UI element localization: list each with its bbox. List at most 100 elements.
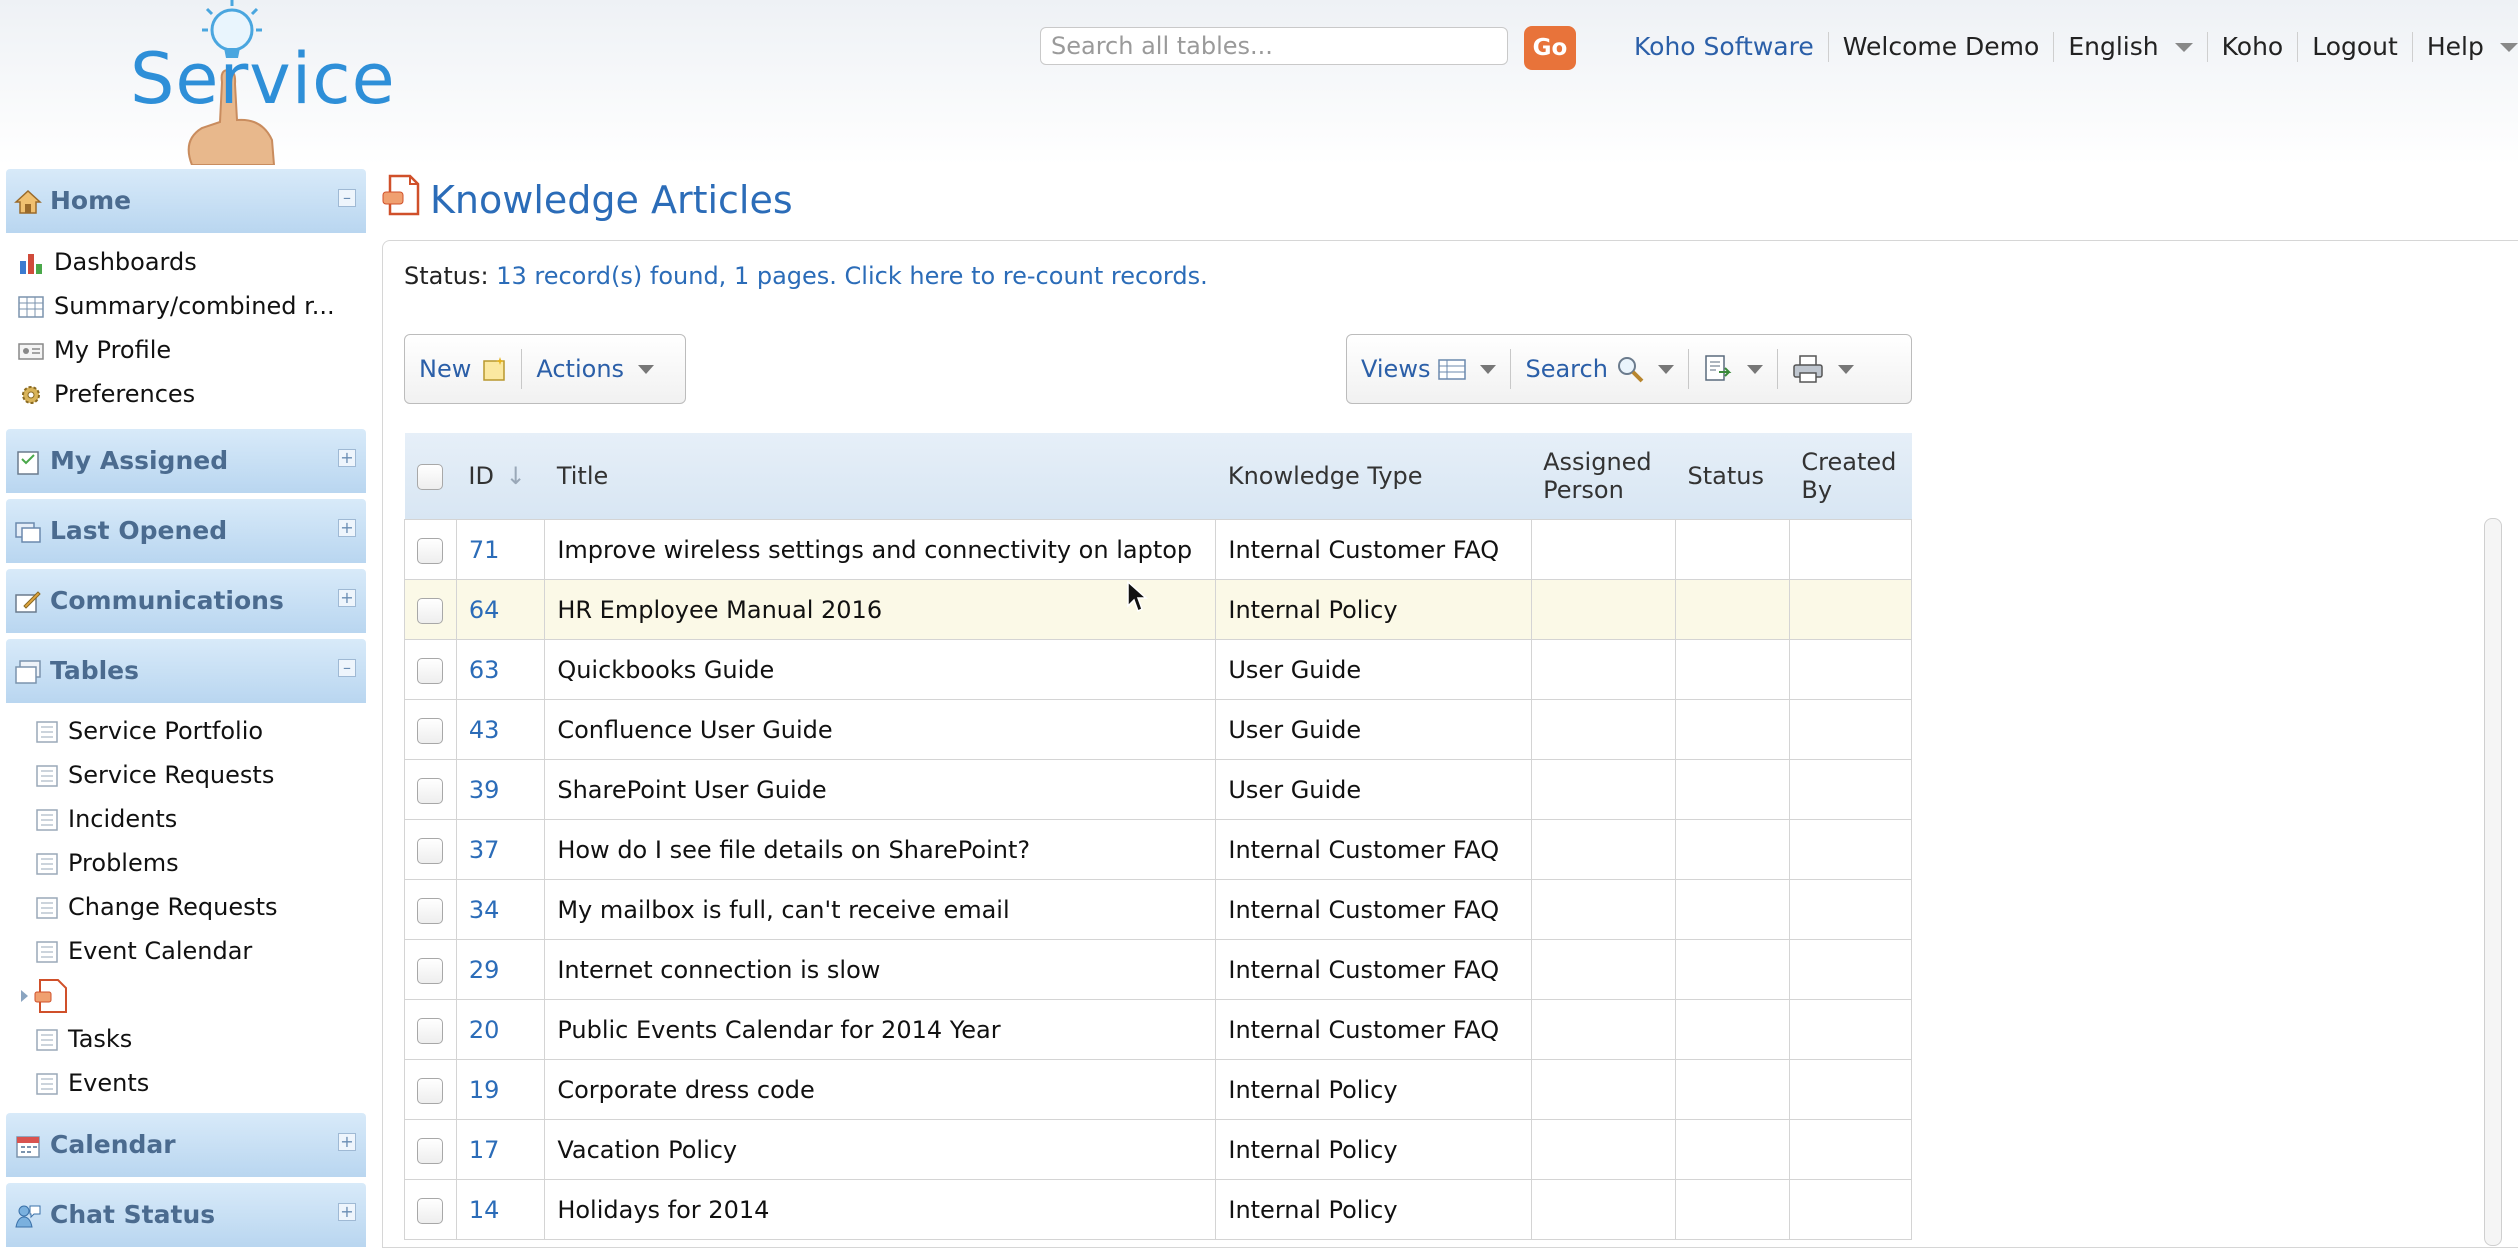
id-cell[interactable]: 64 xyxy=(455,579,546,640)
sidebar-item-dashboards[interactable]: Dashboards xyxy=(18,242,197,282)
recount-records-link[interactable]: 13 record(s) found, 1 pages. Click here … xyxy=(496,262,1208,290)
table-row[interactable]: 20 Public Events Calendar for 2014 Year … xyxy=(404,999,1913,1060)
user-link[interactable]: Koho xyxy=(2208,32,2299,62)
title-cell[interactable]: My mailbox is full, can't receive email xyxy=(544,879,1217,940)
column-header-created-by[interactable]: Created By xyxy=(1789,433,1912,520)
collapse-icon[interactable]: – xyxy=(338,659,356,677)
column-header-id[interactable]: ID ↓ xyxy=(456,433,545,520)
vertical-scrollbar[interactable] xyxy=(2484,518,2502,1246)
sidebar-item-my-profile[interactable]: My Profile xyxy=(18,330,171,370)
table-row[interactable]: 29 Internet connection is slow Internal … xyxy=(404,939,1913,1000)
sidebar-item-events[interactable]: Events xyxy=(36,1063,149,1103)
search-menu-button[interactable]: Search xyxy=(1511,349,1689,389)
sidebar-section-calendar[interactable]: Calendar + xyxy=(6,1113,366,1177)
company-link[interactable]: Koho Software xyxy=(1620,32,1829,62)
column-header-title[interactable]: Title xyxy=(544,433,1216,520)
sidebar-item-preferences[interactable]: Preferences xyxy=(18,374,195,414)
table-row[interactable]: 37 How do I see file details on SharePoi… xyxy=(404,819,1913,880)
row-checkbox[interactable] xyxy=(417,897,443,924)
list-icon xyxy=(36,721,58,743)
sidebar-item-service-portfolio[interactable]: Service Portfolio xyxy=(36,711,263,751)
sidebar-section-home[interactable]: Home – xyxy=(6,169,366,233)
id-cell[interactable]: 19 xyxy=(455,1059,546,1120)
row-checkbox[interactable] xyxy=(417,717,443,744)
expand-icon[interactable]: + xyxy=(338,519,356,537)
search-all-tables-input[interactable] xyxy=(1040,27,1508,65)
id-cell[interactable]: 71 xyxy=(455,519,546,580)
table-row[interactable]: 63 Quickbooks Guide User Guide xyxy=(404,639,1913,700)
row-checkbox[interactable] xyxy=(417,837,443,864)
table-row[interactable]: 43 Confluence User Guide User Guide xyxy=(404,699,1913,760)
table-row[interactable]: 17 Vacation Policy Internal Policy xyxy=(404,1119,1913,1180)
table-row[interactable]: 34 My mailbox is full, can't receive ema… xyxy=(404,879,1913,940)
sidebar-item-incidents[interactable]: Incidents xyxy=(36,799,177,839)
expand-icon[interactable]: + xyxy=(338,1203,356,1221)
id-cell[interactable]: 14 xyxy=(455,1179,546,1240)
column-header-knowledge-type[interactable]: Knowledge Type xyxy=(1215,433,1532,520)
table-row[interactable]: 39 SharePoint User Guide User Guide xyxy=(404,759,1913,820)
language-menu[interactable]: English xyxy=(2054,32,2208,62)
row-checkbox[interactable] xyxy=(417,957,443,984)
title-cell[interactable]: Corporate dress code xyxy=(544,1059,1217,1120)
new-button[interactable]: New xyxy=(405,349,523,389)
sidebar-item-change-requests[interactable]: Change Requests xyxy=(36,887,278,927)
help-menu[interactable]: Help xyxy=(2413,32,2518,62)
table-row[interactable]: 71 Improve wireless settings and connect… xyxy=(404,519,1913,580)
title-cell[interactable]: Public Events Calendar for 2014 Year xyxy=(544,999,1217,1060)
row-checkbox[interactable] xyxy=(417,1137,443,1164)
collapse-icon[interactable]: – xyxy=(338,189,356,207)
sidebar-item-tasks[interactable]: Tasks xyxy=(36,1019,132,1059)
row-checkbox[interactable] xyxy=(417,777,443,804)
sidebar-section-chat-status[interactable]: Chat Status + xyxy=(6,1183,366,1247)
logout-link[interactable]: Logout xyxy=(2298,32,2413,62)
id-cell[interactable]: 43 xyxy=(455,699,546,760)
row-checkbox[interactable] xyxy=(417,1077,443,1104)
actions-menu-button[interactable]: Actions xyxy=(522,349,668,389)
title-cell[interactable]: Quickbooks Guide xyxy=(544,639,1217,700)
title-cell[interactable]: HR Employee Manual 2016 xyxy=(544,579,1217,640)
print-menu-button[interactable] xyxy=(1778,349,1868,389)
title-cell[interactable]: SharePoint User Guide xyxy=(544,759,1217,820)
export-menu-button[interactable] xyxy=(1689,349,1778,389)
title-cell[interactable]: How do I see file details on SharePoint? xyxy=(544,819,1217,880)
sidebar-item-problems[interactable]: Problems xyxy=(36,843,179,883)
section-label: Last Opened xyxy=(50,516,228,545)
row-checkbox[interactable] xyxy=(417,537,443,564)
title-cell[interactable]: Vacation Policy xyxy=(544,1119,1217,1180)
id-cell[interactable]: 39 xyxy=(455,759,546,820)
row-checkbox[interactable] xyxy=(417,1017,443,1044)
id-cell[interactable]: 34 xyxy=(455,879,546,940)
sidebar-section-my-assigned[interactable]: My Assigned + xyxy=(6,429,366,493)
id-cell[interactable]: 17 xyxy=(455,1119,546,1180)
sidebar-item-knowledge-articles[interactable] xyxy=(18,975,78,1015)
sidebar-item-summary[interactable]: Summary/combined r... xyxy=(18,286,335,326)
select-all-checkbox[interactable] xyxy=(416,464,443,490)
title-cell[interactable]: Improve wireless settings and connectivi… xyxy=(544,519,1217,580)
id-cell[interactable]: 37 xyxy=(455,819,546,880)
views-menu-button[interactable]: Views xyxy=(1347,349,1512,389)
id-cell[interactable]: 29 xyxy=(455,939,546,1000)
id-cell[interactable]: 63 xyxy=(455,639,546,700)
expand-icon[interactable]: + xyxy=(338,1133,356,1151)
row-checkbox[interactable] xyxy=(417,597,443,624)
table-row[interactable]: 19 Corporate dress code Internal Policy xyxy=(404,1059,1913,1120)
title-cell[interactable]: Confluence User Guide xyxy=(544,699,1217,760)
id-cell[interactable]: 20 xyxy=(455,999,546,1060)
column-header-assigned-person[interactable]: Assigned Person xyxy=(1531,433,1676,520)
sidebar-section-last-opened[interactable]: Last Opened + xyxy=(6,499,366,563)
expand-icon[interactable]: + xyxy=(338,589,356,607)
title-cell[interactable]: Holidays for 2014 xyxy=(544,1179,1217,1240)
table-row[interactable]: 64 HR Employee Manual 2016 Internal Poli… xyxy=(404,579,1913,640)
service-logo[interactable]: Service xyxy=(62,0,395,165)
sidebar-section-communications[interactable]: Communications + xyxy=(6,569,366,633)
title-cell[interactable]: Internet connection is slow xyxy=(544,939,1217,1000)
table-row[interactable]: 14 Holidays for 2014 Internal Policy xyxy=(404,1179,1913,1240)
sidebar-item-event-calendar[interactable]: Event Calendar xyxy=(36,931,252,971)
row-checkbox[interactable] xyxy=(417,657,443,684)
go-button[interactable]: Go xyxy=(1524,26,1576,70)
expand-icon[interactable]: + xyxy=(338,449,356,467)
sidebar-section-tables[interactable]: Tables – xyxy=(6,639,366,703)
column-header-status[interactable]: Status xyxy=(1675,433,1790,520)
sidebar-item-service-requests[interactable]: Service Requests xyxy=(36,755,274,795)
row-checkbox[interactable] xyxy=(417,1197,443,1224)
